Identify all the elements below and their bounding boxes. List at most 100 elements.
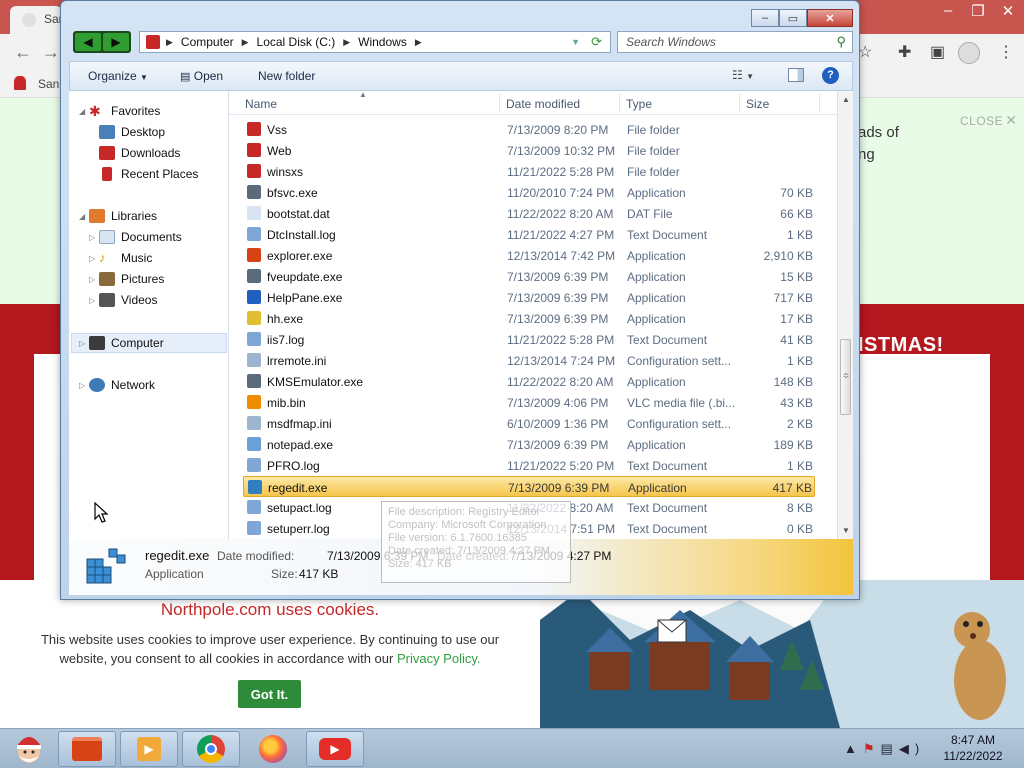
- open-button[interactable]: ▤ Open: [180, 69, 223, 83]
- forward-button[interactable]: ▶: [103, 33, 129, 51]
- show-hidden-icons-icon[interactable]: ▲: [844, 741, 863, 756]
- file-row[interactable]: Web 7/13/2009 10:32 PM File folder: [243, 140, 815, 161]
- nav-item-desktop[interactable]: Desktop: [99, 122, 165, 142]
- file-row[interactable]: bfsvc.exe 11/20/2010 7:24 PM Application 70…: [243, 182, 815, 203]
- nav-item-documents[interactable]: ▷ Documents: [89, 227, 182, 247]
- column-divider[interactable]: [739, 93, 740, 113]
- close-button[interactable]: ✕: [807, 9, 853, 27]
- browser-tab[interactable]: San: [10, 6, 62, 34]
- back-button[interactable]: ◀: [75, 33, 101, 51]
- minimize-icon[interactable]: –: [940, 2, 956, 20]
- taskbar-youtube[interactable]: ▶: [306, 731, 364, 767]
- expand-triangle-icon[interactable]: ▷: [89, 296, 99, 305]
- refresh-icon[interactable]: ⟳: [591, 34, 602, 50]
- back-arrow-icon[interactable]: ←: [14, 42, 32, 63]
- breadcrumb-windows[interactable]: Windows: [358, 35, 407, 49]
- expand-triangle-icon[interactable]: ▷: [89, 275, 99, 284]
- address-dropdown-icon[interactable]: ▼: [571, 37, 580, 47]
- taskbar-media-player[interactable]: ▶: [120, 731, 178, 767]
- file-row[interactable]: bootstat.dat 11/22/2022 8:20 AM DAT File 66…: [243, 203, 815, 224]
- extensions-puzzle-icon[interactable]: ✚: [898, 42, 911, 62]
- expand-triangle-icon[interactable]: ▷: [79, 381, 89, 390]
- column-header-date[interactable]: Date modified: [506, 97, 580, 111]
- profile-avatar[interactable]: [958, 42, 980, 64]
- nav-item-recent-places[interactable]: Recent Places: [99, 164, 198, 184]
- bookmark-star-icon[interactable]: ☆: [858, 42, 872, 62]
- network-tray-icon[interactable]: ▤: [881, 741, 899, 756]
- nav-item-music[interactable]: ▷ ♪ Music: [89, 248, 152, 268]
- taskbar-firefox[interactable]: [244, 731, 302, 767]
- preview-pane-icon[interactable]: [788, 68, 804, 82]
- file-row[interactable]: setupact.log 11/22/2022 8:20 AM Text Docum…: [243, 497, 815, 518]
- taskbar-explorer[interactable]: [58, 731, 116, 767]
- action-center-flag-icon[interactable]: ⚑: [863, 741, 881, 756]
- nav-item-videos[interactable]: ▷ Videos: [89, 290, 157, 310]
- file-row[interactable]: mib.bin 7/13/2009 4:06 PM VLC media file (…: [243, 392, 815, 413]
- organize-button[interactable]: Organize ▼: [88, 69, 148, 83]
- file-row[interactable]: explorer.exe 12/13/2014 7:42 PM Applicatio…: [243, 245, 815, 266]
- collapse-triangle-icon[interactable]: ◢: [79, 212, 89, 221]
- forward-arrow-icon[interactable]: →: [42, 42, 60, 63]
- file-row[interactable]: hh.exe 7/13/2009 6:39 PM Application 17 KB: [243, 308, 815, 329]
- maximize-button[interactable]: ▭: [779, 9, 807, 27]
- collapse-triangle-icon[interactable]: ◢: [79, 107, 89, 116]
- file-row[interactable]: KMSEmulator.exe 11/22/2022 8:20 AM Applica…: [243, 371, 815, 392]
- chevron-right-icon[interactable]: ▶: [242, 37, 249, 48]
- file-row[interactable]: winsxs 11/21/2022 5:28 PM File folder: [243, 161, 815, 182]
- breadcrumb-computer[interactable]: Computer: [181, 35, 234, 49]
- file-row[interactable]: DtcInstall.log 11/21/2022 4:27 PM Text Doc…: [243, 224, 815, 245]
- file-row[interactable]: regedit.exe 7/13/2009 6:39 PM Application 4…: [243, 476, 815, 497]
- column-header-type[interactable]: Type: [626, 97, 652, 111]
- nav-item-computer[interactable]: ▷ Computer: [79, 333, 164, 353]
- taskbar-chrome[interactable]: [182, 731, 240, 767]
- vertical-scrollbar[interactable]: ▲ ≎ ▼: [837, 91, 853, 539]
- change-view-icon[interactable]: ☷ ▼: [732, 68, 754, 82]
- nav-item-libraries[interactable]: ◢ Libraries: [79, 206, 157, 226]
- search-icon[interactable]: ⚲: [836, 34, 846, 50]
- breadcrumb-local-disk[interactable]: Local Disk (C:): [257, 35, 336, 49]
- privacy-policy-link[interactable]: Privacy Policy.: [397, 651, 481, 666]
- nav-item-network[interactable]: ▷ Network: [79, 375, 155, 395]
- taskbar-clock[interactable]: 8:47 AM 11/22/2022: [930, 733, 1016, 763]
- column-header-name[interactable]: Name: [245, 97, 277, 111]
- expand-triangle-icon[interactable]: ▷: [79, 339, 89, 348]
- file-row[interactable]: HelpPane.exe 7/13/2009 6:39 PM Application…: [243, 287, 815, 308]
- start-button[interactable]: [0, 731, 58, 767]
- new-folder-button[interactable]: New folder: [258, 69, 315, 83]
- expand-triangle-icon[interactable]: ▷: [89, 254, 99, 263]
- close-icon[interactable]: ✕: [1000, 2, 1016, 20]
- file-row[interactable]: fveupdate.exe 7/13/2009 6:39 PM Applicatio…: [243, 266, 815, 287]
- side-panel-icon[interactable]: ▣: [930, 42, 945, 62]
- menu-kebab-icon[interactable]: ⋮: [998, 42, 1014, 62]
- file-type: VLC media file (.bi...: [627, 396, 736, 410]
- expand-triangle-icon[interactable]: ▷: [89, 233, 99, 242]
- column-header-size[interactable]: Size: [746, 97, 769, 111]
- chevron-right-icon[interactable]: ▶: [415, 37, 422, 48]
- file-row[interactable]: lrremote.ini 12/13/2014 7:24 PM Configurat…: [243, 350, 815, 371]
- nav-item-favorites[interactable]: ◢ ✱ Favorites: [79, 101, 160, 121]
- restore-icon[interactable]: ❐: [970, 2, 986, 20]
- file-row[interactable]: iis7.log 11/21/2022 5:28 PM Text Document 4…: [243, 329, 815, 350]
- file-row[interactable]: setuperr.log 12/13/2014 7:51 PM Text Docum…: [243, 518, 815, 539]
- got-it-button[interactable]: Got It.: [238, 680, 301, 708]
- bookmark-label[interactable]: San: [38, 77, 59, 91]
- close-link[interactable]: CLOSE ✕: [960, 112, 1017, 129]
- search-input[interactable]: Search Windows ⚲: [617, 31, 853, 53]
- help-icon[interactable]: ?: [822, 67, 839, 84]
- file-row[interactable]: msdfmap.ini 6/10/2009 1:36 PM Configuratio…: [243, 413, 815, 434]
- file-row[interactable]: Vss 7/13/2009 8:20 PM File folder: [243, 119, 815, 140]
- column-divider[interactable]: [499, 93, 500, 113]
- column-divider[interactable]: [619, 93, 620, 113]
- minimize-button[interactable]: –: [751, 9, 779, 27]
- file-row[interactable]: notepad.exe 7/13/2009 6:39 PM Application 1…: [243, 434, 815, 455]
- file-row[interactable]: PFRO.log 11/21/2022 5:20 PM Text Document 1…: [243, 455, 815, 476]
- chevron-right-icon[interactable]: ▶: [166, 37, 173, 48]
- scroll-up-arrow-icon[interactable]: ▲: [838, 95, 853, 104]
- nav-item-downloads[interactable]: Downloads: [99, 143, 180, 163]
- column-divider[interactable]: [819, 93, 820, 113]
- nav-item-pictures[interactable]: ▷ Pictures: [89, 269, 164, 289]
- volume-icon[interactable]: ◀): [899, 741, 925, 756]
- address-bar[interactable]: ▶ Computer ▶ Local Disk (C:) ▶ Windows ▶…: [139, 31, 611, 53]
- chevron-right-icon[interactable]: ▶: [343, 37, 350, 48]
- scroll-down-arrow-icon[interactable]: ▼: [838, 526, 853, 535]
